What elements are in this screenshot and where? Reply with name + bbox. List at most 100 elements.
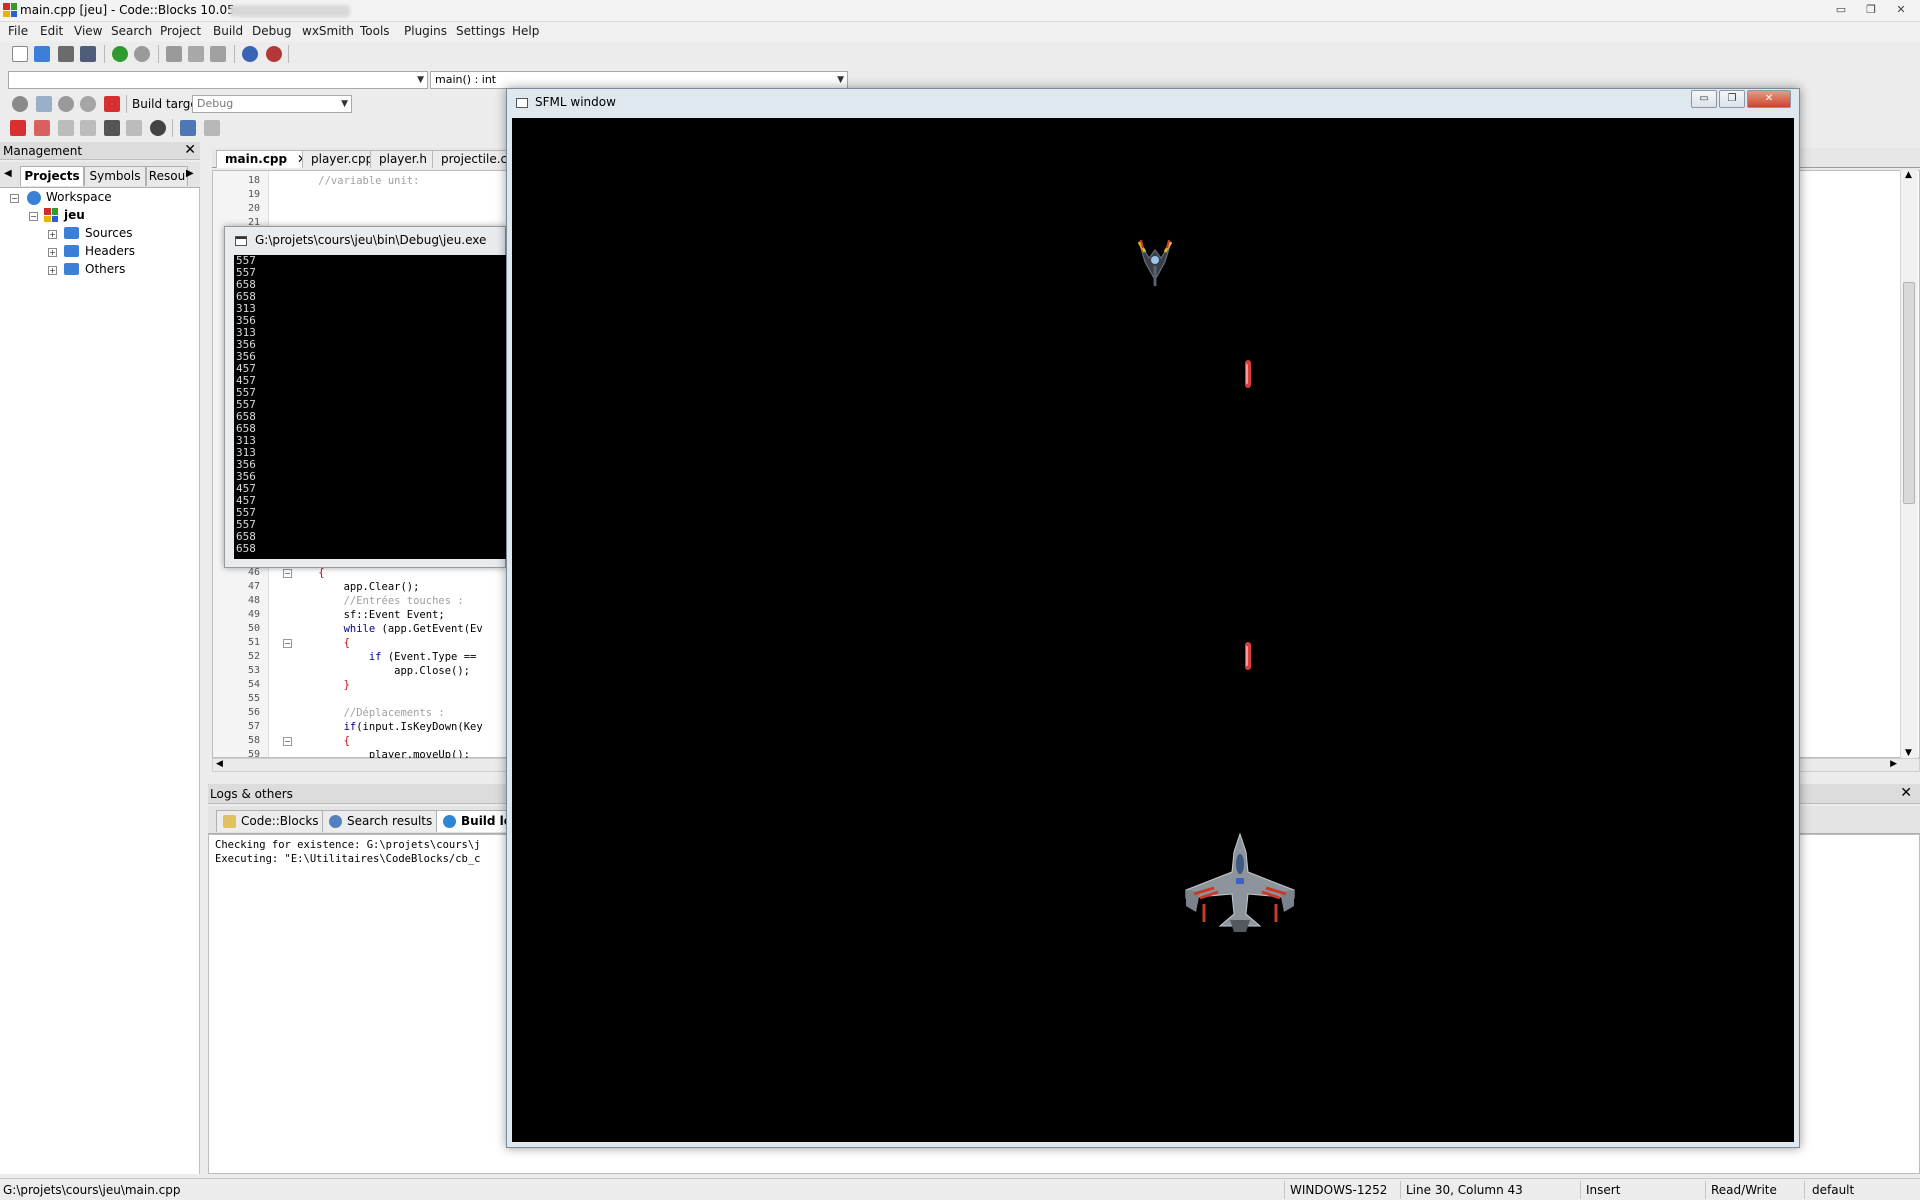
various-info-icon[interactable]	[204, 120, 220, 136]
menu-settings[interactable]: Settings	[456, 24, 505, 38]
build-gear-icon[interactable]	[12, 96, 28, 112]
code-line: //variable unit:	[293, 175, 420, 187]
tab-codeblocks-log[interactable]: Code::Blocks	[216, 810, 328, 832]
status-profile: default	[1812, 1183, 1855, 1197]
close-button[interactable]: ✕	[1888, 2, 1914, 18]
build-run-icon[interactable]	[58, 96, 74, 112]
new-file-icon[interactable]	[12, 46, 28, 62]
scroll-up-icon[interactable]: ▲	[1905, 170, 1912, 180]
run-icon[interactable]	[36, 96, 52, 112]
save-all-icon[interactable]	[80, 46, 96, 62]
rebuild-icon[interactable]	[80, 96, 96, 112]
function-combo[interactable]: main() : int ▼	[430, 71, 848, 89]
restore-button[interactable]: ❐	[1858, 2, 1884, 18]
tab-projects[interactable]: Projects	[20, 166, 84, 186]
sfml-window[interactable]: SFML window ▭ ❐ ✕	[506, 88, 1800, 1148]
sfml-minimize-button[interactable]: ▭	[1691, 90, 1717, 108]
workspace-icon	[27, 191, 41, 205]
menu-wxsmith[interactable]: wxSmith	[302, 24, 354, 38]
title-bar: main.cpp [jeu] - Code::Blocks 10.05 ▭ ❐ …	[0, 0, 1920, 22]
tree-workspace[interactable]: Workspace	[46, 190, 112, 204]
menu-help[interactable]: Help	[512, 24, 539, 38]
find-icon[interactable]	[242, 46, 258, 62]
menu-search[interactable]: Search	[111, 24, 152, 38]
tab-main-cpp[interactable]: main.cpp ✕	[216, 150, 313, 168]
next-instruction-icon[interactable]	[80, 120, 96, 136]
replace-icon[interactable]	[266, 46, 282, 62]
menu-project[interactable]: Project	[160, 24, 201, 38]
cut-icon[interactable]	[166, 46, 182, 62]
menu-file[interactable]: File	[8, 24, 28, 38]
scope-combo[interactable]: ▼	[8, 71, 428, 89]
game-scene	[1137, 239, 1295, 932]
console-window[interactable]: G:\projets\cours\jeu\bin\Debug\jeu.exe 5…	[224, 226, 506, 568]
tab-scroll-left-icon[interactable]: ◀	[4, 168, 12, 179]
menu-build[interactable]: Build	[213, 24, 243, 38]
code-line: {	[293, 567, 325, 579]
line-number: 50	[247, 623, 260, 634]
management-close-icon[interactable]: ✕	[184, 142, 196, 158]
tab-search-results[interactable]: Search results	[322, 810, 442, 832]
expand-icon[interactable]: +	[48, 266, 57, 275]
debug-run-icon[interactable]	[10, 120, 26, 136]
save-icon[interactable]	[58, 46, 74, 62]
scroll-right-icon[interactable]: ▶	[1890, 759, 1897, 769]
stop-debugger-icon[interactable]	[150, 120, 166, 136]
status-access: Read/Write	[1711, 1183, 1777, 1197]
tree-folder-headers[interactable]: Headers	[85, 244, 135, 258]
console-icon	[235, 236, 247, 246]
step-into-icon[interactable]	[104, 120, 120, 136]
run-to-cursor-icon[interactable]	[34, 120, 50, 136]
paste-icon[interactable]	[210, 46, 226, 62]
expand-icon[interactable]: +	[48, 230, 57, 239]
scroll-down-icon[interactable]: ▼	[1905, 748, 1912, 758]
build-target-combo[interactable]: Debug ▼	[192, 95, 352, 113]
code-line: sf::Event Event;	[293, 609, 445, 621]
editor-vertical-scrollbar[interactable]: ▲ ▼	[1900, 170, 1918, 758]
status-cursor-position: Line 30, Column 43	[1406, 1183, 1523, 1197]
menu-plugins[interactable]: Plugins	[404, 24, 447, 38]
collapse-icon[interactable]: −	[10, 194, 19, 203]
scroll-thumb[interactable]	[1903, 282, 1915, 504]
abort-icon[interactable]	[104, 96, 120, 112]
tree-folder-others[interactable]: Others	[85, 262, 125, 276]
line-number: 20	[247, 203, 260, 214]
tab-symbols[interactable]: Symbols	[84, 166, 146, 186]
fold-icon[interactable]: −	[283, 569, 292, 578]
menu-debug[interactable]: Debug	[252, 24, 291, 38]
tab-resources[interactable]: Resou	[146, 166, 188, 186]
code-line: if (Event.Type ==	[368, 651, 477, 663]
scroll-left-icon[interactable]: ◀	[216, 759, 223, 769]
logs-close-icon[interactable]: ✕	[1900, 785, 1912, 801]
code-line: app.Clear();	[293, 581, 420, 593]
line-number: 49	[247, 609, 260, 620]
console-line: 658	[236, 542, 256, 555]
open-icon[interactable]	[34, 46, 50, 62]
next-line-icon[interactable]	[58, 120, 74, 136]
expand-icon[interactable]: +	[48, 248, 57, 257]
menu-edit[interactable]: Edit	[40, 24, 63, 38]
fold-icon[interactable]: −	[283, 737, 292, 746]
redo-icon[interactable]	[134, 46, 150, 62]
status-file-path: G:\projets\cours\jeu\main.cpp	[3, 1183, 181, 1197]
debug-windows-icon[interactable]	[180, 120, 196, 136]
minimize-button[interactable]: ▭	[1828, 2, 1854, 18]
tab-scroll-right-icon[interactable]: ▶	[186, 168, 194, 179]
tree-folder-sources[interactable]: Sources	[85, 226, 132, 240]
menu-view[interactable]: View	[74, 24, 102, 38]
code-line: }	[293, 679, 350, 691]
game-canvas[interactable]	[512, 118, 1794, 1142]
tab-player-h[interactable]: player.h	[370, 150, 437, 168]
fold-icon[interactable]: −	[283, 639, 292, 648]
step-out-icon[interactable]	[126, 120, 142, 136]
enemy-ship-sprite	[1137, 239, 1173, 286]
copy-icon[interactable]	[188, 46, 204, 62]
collapse-icon[interactable]: −	[29, 212, 38, 221]
code-line: //Entrées touches :	[293, 595, 464, 607]
tree-project[interactable]: jeu	[64, 208, 85, 222]
sfml-maximize-button[interactable]: ❐	[1719, 90, 1745, 108]
menu-tools[interactable]: Tools	[360, 24, 390, 38]
sfml-close-button[interactable]: ✕	[1747, 90, 1791, 108]
undo-icon[interactable]	[112, 46, 128, 62]
notepad-icon	[223, 815, 236, 828]
